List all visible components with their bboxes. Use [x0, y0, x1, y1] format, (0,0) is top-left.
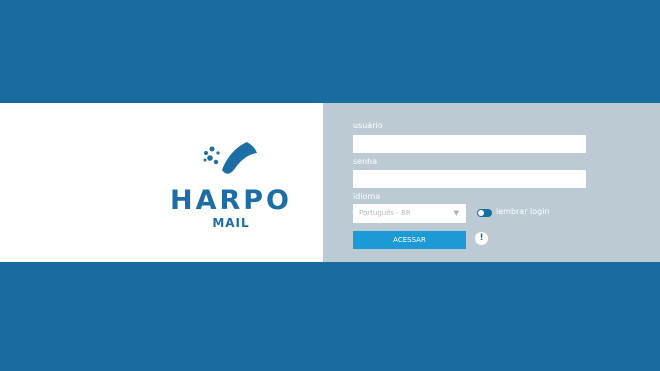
remember-login-toggle[interactable]: [477, 209, 492, 217]
username-label: usuário: [353, 121, 383, 130]
brand-name: HARPO: [169, 185, 293, 216]
password-label: senha: [353, 157, 378, 166]
submit-button[interactable]: ACESSAR: [353, 231, 466, 249]
brand-product: MAIL: [212, 216, 250, 230]
password-input[interactable]: [353, 170, 586, 188]
chevron-down-icon: ▼: [453, 209, 459, 217]
remember-login-label: lembrar login: [496, 207, 550, 216]
info-icon[interactable]: !: [475, 232, 488, 245]
brand-panel: HARPO MAIL: [0, 103, 323, 262]
language-label: idioma: [353, 192, 381, 201]
username-input[interactable]: [353, 135, 586, 153]
language-select[interactable]: Português - BR ▼: [353, 204, 466, 223]
toggle-knob: [478, 210, 484, 216]
harpo-logo-icon: [203, 142, 257, 174]
language-selected-value: Português - BR: [359, 209, 411, 217]
